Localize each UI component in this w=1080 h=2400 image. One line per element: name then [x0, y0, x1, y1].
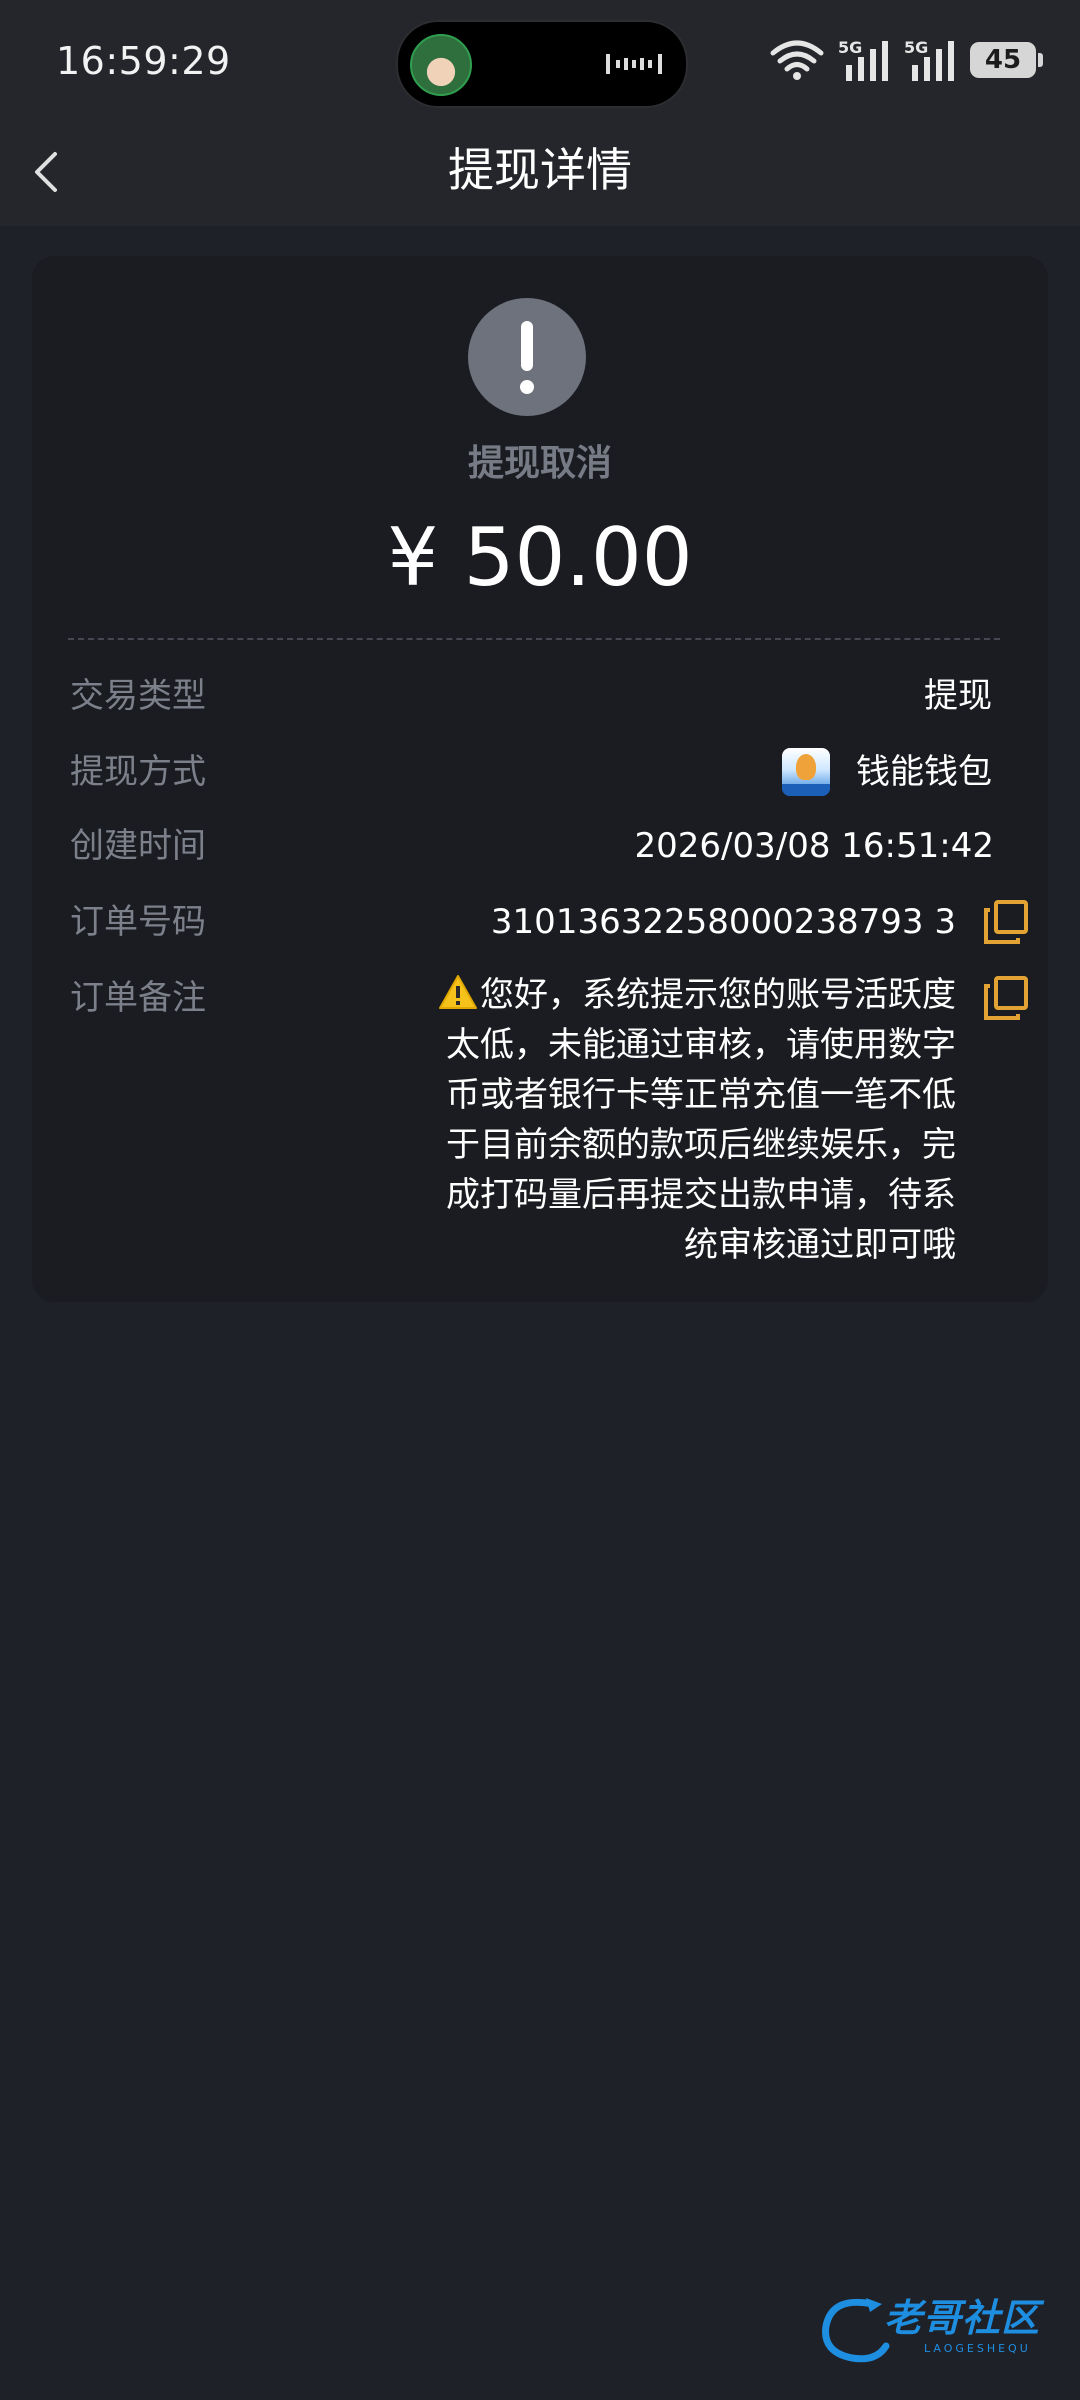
- row-value: 提现: [924, 676, 992, 716]
- status-bar: 16:59:29 5G 5G 45: [0, 0, 1080, 120]
- order-number-value: 31013632258000238793 3: [490, 902, 956, 942]
- wallet-value: 钱能钱包: [782, 744, 992, 800]
- row-label: 提现方式: [70, 752, 206, 792]
- copy-icon[interactable]: [984, 976, 1028, 1020]
- wifi-icon: [770, 40, 824, 80]
- wallet-label: 钱能钱包: [856, 752, 992, 792]
- status-text: 提现取消: [467, 443, 612, 484]
- copy-icon[interactable]: [984, 900, 1028, 944]
- remark-value: 您好，系统提示您的账号活跃度太低，未能通过审核，请使用数字币或者银行卡等正常充值…: [446, 975, 956, 1265]
- warning-icon: [439, 975, 477, 1009]
- divider: [68, 638, 1000, 640]
- amount: ¥ 50.00: [387, 511, 693, 604]
- row-order-number: 订单号码 31013632258000238793 3: [70, 894, 1050, 950]
- audio-wave-icon: [606, 54, 662, 74]
- row-created-time: 创建时间 2026/03/08 16:51:42: [70, 818, 1050, 874]
- exclamation-icon: [468, 298, 586, 416]
- dynamic-island[interactable]: [396, 20, 688, 108]
- status-time: 16:59:29: [56, 39, 231, 83]
- wallet-app-icon: [782, 748, 830, 796]
- signal-5g-icon: 5G: [838, 38, 888, 81]
- row-label: 订单备注: [70, 978, 206, 1018]
- signal-5g-icon-2: 5G: [904, 38, 954, 81]
- row-withdrawal-method: 提现方式 钱能钱包: [70, 744, 1050, 800]
- withdrawal-card: 提现取消 ¥ 50.00 交易类型 提现 提现方式 钱能钱包 创建时间 2026…: [32, 256, 1048, 1302]
- watermark-text: 老哥社区: [884, 2296, 1041, 2340]
- svg-text:5G: 5G: [904, 38, 928, 57]
- row-transaction-type: 交易类型 提现: [70, 668, 1050, 724]
- live-avatar-icon: [410, 34, 472, 96]
- battery-icon: 45: [970, 42, 1043, 78]
- dragon-logo-icon: [822, 2298, 890, 2363]
- withdrawal-detail-screen: 16:59:29 5G 5G 45 提现详情 提现取消 ¥ 50.00 交易类型…: [0, 0, 1080, 2400]
- row-label: 交易类型: [70, 676, 206, 716]
- nav-bar: 提现详情: [0, 120, 1080, 226]
- row-value: 2026/03/08 16:51:42: [634, 826, 994, 866]
- row-label: 订单号码: [70, 902, 206, 942]
- watermark-logo: 老哥社区 LAOGESHEQU: [812, 2292, 1062, 2368]
- remark-text: 您好，系统提示您的账号活跃度太低，未能通过审核，请使用数字币或者银行卡等正常充值…: [436, 970, 956, 1270]
- watermark-subtext: LAOGESHEQU: [924, 2342, 1031, 2355]
- status-icons: 5G 5G 45: [770, 34, 1043, 86]
- page-title: 提现详情: [448, 143, 632, 197]
- svg-text:5G: 5G: [838, 38, 862, 57]
- row-label: 创建时间: [70, 826, 206, 866]
- row-order-remark: 订单备注 您好，系统提示您的账号活跃度太低，未能通过审核，请使用数字币或者银行卡…: [70, 970, 1050, 1290]
